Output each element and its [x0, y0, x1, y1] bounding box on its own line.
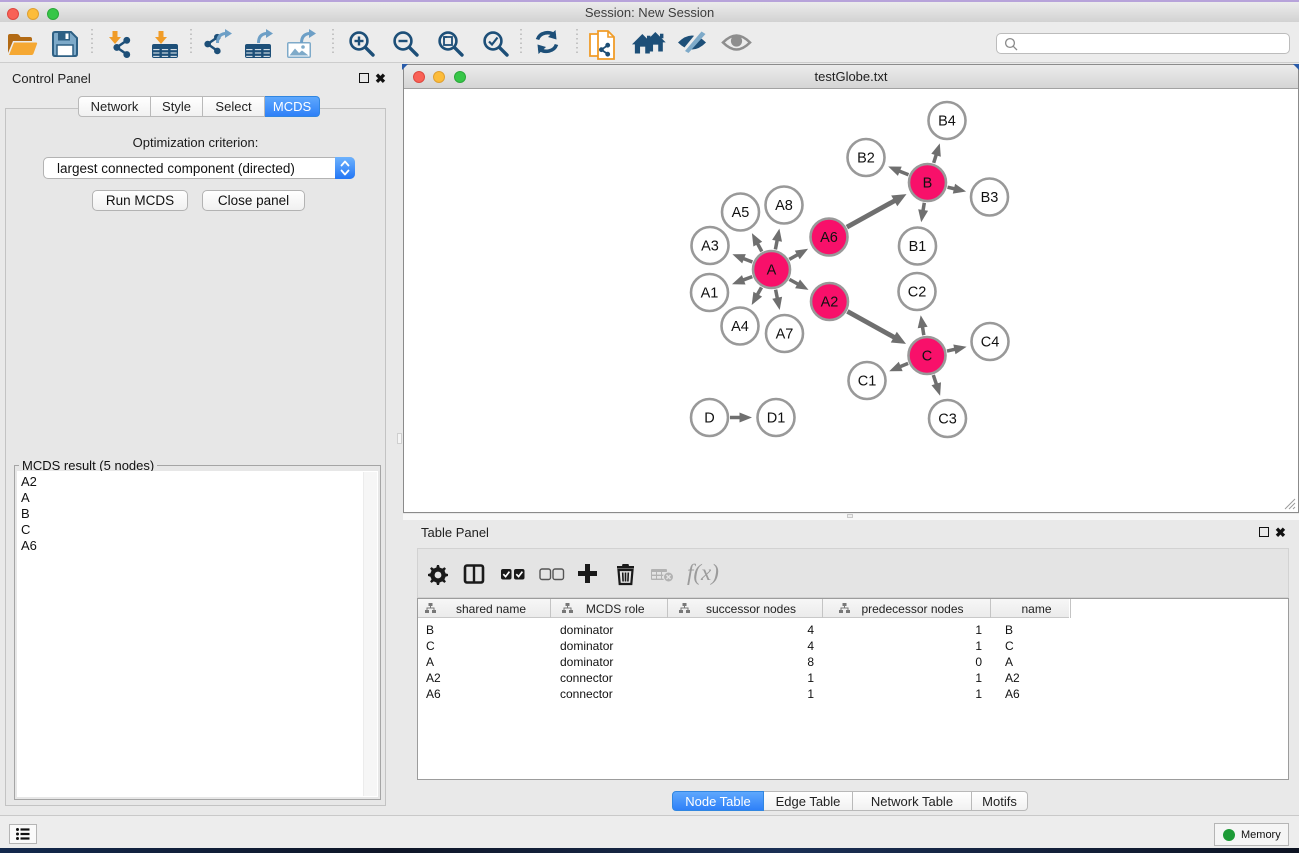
svg-text:A1: A1 [701, 286, 719, 302]
svg-text:C2: C2 [908, 285, 927, 301]
svg-text:C: C [922, 349, 932, 365]
svg-text:A3: A3 [701, 239, 719, 255]
svg-text:B: B [923, 176, 933, 192]
svg-text:D: D [704, 411, 714, 427]
svg-text:B2: B2 [857, 151, 875, 167]
svg-text:A7: A7 [776, 327, 794, 343]
svg-text:A2: A2 [821, 295, 839, 311]
svg-text:B4: B4 [938, 114, 956, 130]
svg-text:C4: C4 [981, 335, 1000, 351]
svg-text:A6: A6 [820, 230, 838, 246]
svg-text:D1: D1 [767, 411, 786, 427]
svg-text:B1: B1 [909, 239, 927, 255]
svg-text:A5: A5 [732, 205, 750, 221]
svg-text:C3: C3 [938, 412, 957, 428]
svg-text:C1: C1 [858, 374, 877, 390]
svg-text:B3: B3 [981, 190, 999, 206]
svg-text:A: A [767, 263, 777, 279]
svg-text:A4: A4 [731, 319, 749, 335]
svg-text:A8: A8 [775, 198, 793, 214]
